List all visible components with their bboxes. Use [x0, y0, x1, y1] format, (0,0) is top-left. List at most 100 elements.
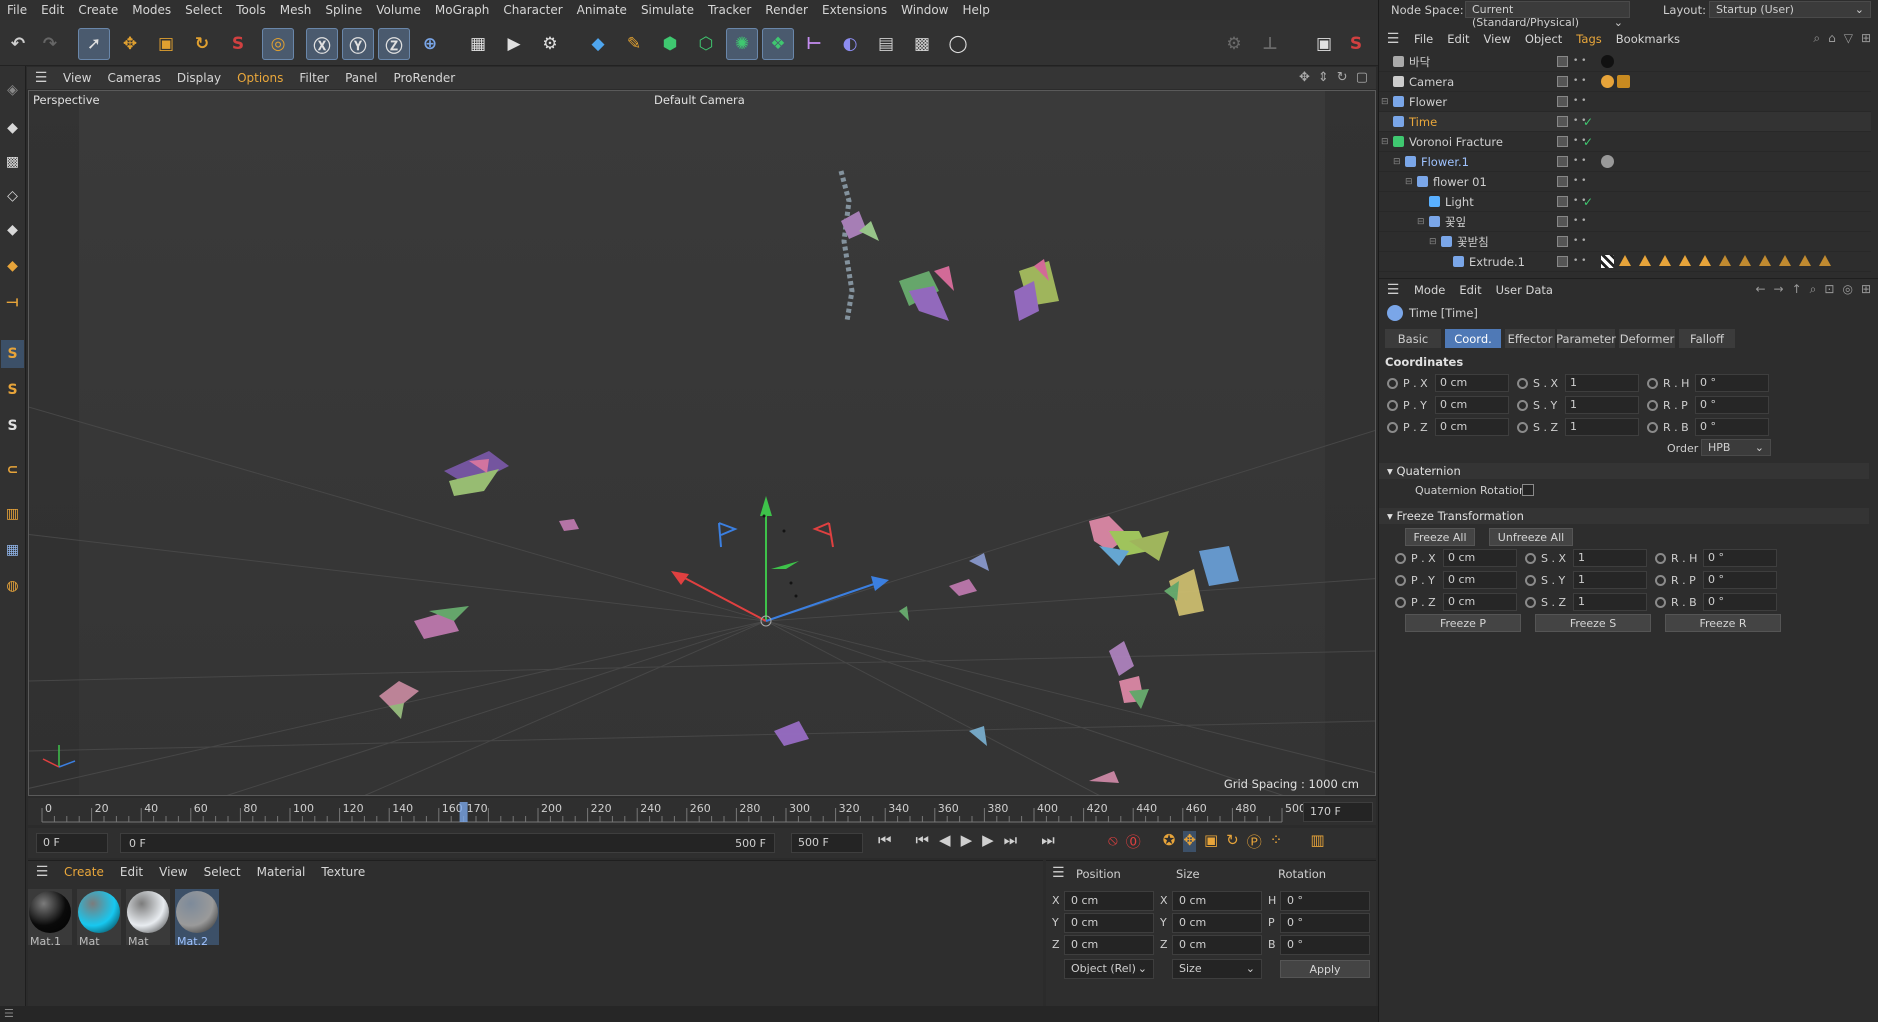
- coord-field[interactable]: 0 °: [1703, 549, 1777, 567]
- object-row[interactable]: ⊟ Flower.1 • •: [1379, 152, 1871, 172]
- rotation-field[interactable]: 0 °: [1280, 913, 1370, 933]
- deformer-icon[interactable]: ⊢: [798, 28, 830, 60]
- coord-mode-select[interactable]: Object (Rel) ⌄: [1064, 959, 1154, 979]
- texture-mode-icon[interactable]: ▩: [1, 148, 24, 176]
- attribute-tab[interactable]: Effector: [1505, 329, 1555, 348]
- layout-select[interactable]: Startup (User) ⌄: [1709, 1, 1871, 18]
- 3d-viewport[interactable]: Perspective Default Camera Grid Spacing …: [28, 90, 1376, 796]
- dolly-icon[interactable]: ⇕: [1318, 70, 1329, 85]
- animate-radio[interactable]: [1395, 597, 1406, 608]
- menu-item[interactable]: Spline: [318, 3, 369, 17]
- freeze-s-button[interactable]: Freeze S: [1535, 614, 1651, 632]
- selection-tag-icon[interactable]: [1779, 255, 1791, 266]
- freeze-r-button[interactable]: Freeze R: [1665, 614, 1781, 632]
- timer-icon[interactable]: S: [1340, 28, 1372, 60]
- material-menu-item[interactable]: View: [151, 865, 195, 879]
- menu-item[interactable]: Tracker: [701, 3, 758, 17]
- render-dots-icon[interactable]: • •: [1573, 217, 1586, 226]
- cloner-icon[interactable]: ✺: [726, 28, 758, 60]
- menu-item[interactable]: Help: [956, 3, 997, 17]
- attribute-tab[interactable]: Falloff: [1679, 329, 1735, 348]
- rotate-icon[interactable]: ↻: [186, 28, 218, 60]
- menu-item[interactable]: MoGraph: [428, 3, 497, 17]
- selection-tag-icon[interactable]: [1719, 255, 1731, 266]
- animate-radio[interactable]: [1655, 553, 1666, 564]
- polygon-mode-icon[interactable]: ◆: [1, 252, 24, 280]
- next-key-icon[interactable]: ⏭: [1004, 831, 1018, 849]
- size-mode-select[interactable]: Size ⌄: [1172, 959, 1262, 979]
- object-row[interactable]: Light • • ✓: [1379, 192, 1871, 212]
- coord-field[interactable]: 0 cm: [1435, 396, 1509, 414]
- visibility-toggle-icon[interactable]: [1557, 256, 1568, 267]
- object-menu-item[interactable]: Edit: [1440, 32, 1476, 46]
- animate-radio[interactable]: [1647, 422, 1658, 433]
- scale-icon[interactable]: ▣: [150, 28, 182, 60]
- animate-radio[interactable]: [1387, 422, 1398, 433]
- uvw-tag-icon[interactable]: [1601, 255, 1614, 268]
- camera-icon[interactable]: ▩: [906, 28, 938, 60]
- animate-radio[interactable]: [1647, 400, 1658, 411]
- position-field[interactable]: 0 cm: [1064, 913, 1154, 933]
- coord-field[interactable]: 1: [1573, 549, 1647, 567]
- home-icon[interactable]: ⌂: [1828, 31, 1836, 46]
- position-field[interactable]: 0 cm: [1064, 891, 1154, 911]
- pen-icon[interactable]: ✎: [618, 28, 650, 60]
- protection-tag-icon[interactable]: [1601, 75, 1614, 88]
- material-menu-item[interactable]: Edit: [112, 865, 151, 879]
- playhead[interactable]: [459, 802, 468, 822]
- unfreeze-all-button[interactable]: Unfreeze All: [1489, 528, 1573, 546]
- light-icon[interactable]: ◯: [942, 28, 974, 60]
- object-menu-item[interactable]: Object: [1518, 32, 1569, 46]
- material-swatch[interactable]: Mat: [77, 889, 121, 948]
- object-row[interactable]: ⊟ 꽃잎 • •: [1379, 212, 1871, 232]
- menu-item[interactable]: Render: [758, 3, 815, 17]
- render-dots-icon[interactable]: • •: [1573, 97, 1586, 106]
- field-icon[interactable]: ◐: [834, 28, 866, 60]
- prev-key-icon[interactable]: ⏮: [916, 831, 930, 849]
- coord-field[interactable]: 1: [1565, 418, 1639, 436]
- selection-tag-icon[interactable]: [1639, 255, 1651, 266]
- selection-tag-icon[interactable]: [1659, 255, 1671, 266]
- subdivision-icon[interactable]: ⬢: [654, 28, 686, 60]
- visibility-toggle-icon[interactable]: [1557, 136, 1568, 147]
- menu-item[interactable]: Tools: [229, 3, 273, 17]
- render-dots-icon[interactable]: • •: [1573, 157, 1586, 166]
- viewport-menu-item[interactable]: Cameras: [99, 71, 168, 85]
- live-select-icon[interactable]: ➚: [78, 28, 110, 60]
- coord-field[interactable]: 1: [1565, 374, 1639, 392]
- render-dots-icon[interactable]: • •: [1573, 57, 1586, 66]
- attribute-tab[interactable]: Deformer: [1619, 329, 1675, 348]
- visibility-toggle-icon[interactable]: [1557, 76, 1568, 87]
- animate-radio[interactable]: [1387, 400, 1398, 411]
- viewport-menu-item[interactable]: ProRender: [385, 71, 463, 85]
- menu-item[interactable]: Edit: [34, 3, 71, 17]
- material-menu-item[interactable]: Create: [56, 865, 112, 879]
- selection-tag-icon[interactable]: [1799, 255, 1811, 266]
- menu-item[interactable]: Extensions: [815, 3, 894, 17]
- viewport-menu-item[interactable]: Options: [229, 71, 291, 85]
- record-icon[interactable]: ⦸: [1108, 831, 1118, 852]
- magnet-icon[interactable]: ⊂: [1, 456, 24, 484]
- menu-item[interactable]: Character: [496, 3, 569, 17]
- floor-icon[interactable]: ▤: [870, 28, 902, 60]
- render-region-icon[interactable]: ▦: [462, 28, 494, 60]
- visibility-toggle-icon[interactable]: [1557, 236, 1568, 247]
- menu-item[interactable]: Modes: [125, 3, 178, 17]
- autokey-icon[interactable]: ⓪: [1126, 831, 1141, 852]
- animate-radio[interactable]: [1395, 575, 1406, 586]
- selection-tag-icon[interactable]: [1619, 255, 1631, 266]
- viewport-menu-item[interactable]: Filter: [291, 71, 337, 85]
- attribute-tab[interactable]: Parameter: [1556, 329, 1616, 348]
- rotation-field[interactable]: 0 °: [1280, 891, 1370, 911]
- viewport-menu-item[interactable]: View: [55, 71, 99, 85]
- redo-icon[interactable]: ↷: [34, 28, 66, 60]
- object-row[interactable]: Camera • •: [1379, 72, 1871, 92]
- attribute-tab[interactable]: Basic: [1385, 329, 1441, 348]
- end-frame-field[interactable]: 500 F: [791, 833, 863, 853]
- x-axis-icon[interactable]: Ⓧ: [306, 28, 338, 60]
- object-hamburger-icon[interactable]: ☰: [1379, 31, 1407, 47]
- prev-frame-icon[interactable]: ◀: [939, 831, 951, 849]
- coord-field[interactable]: 1: [1573, 593, 1647, 611]
- preview-range-slider[interactable]: 0 F 500 F: [120, 833, 775, 853]
- workplane-grid-icon[interactable]: ▦: [1, 536, 24, 564]
